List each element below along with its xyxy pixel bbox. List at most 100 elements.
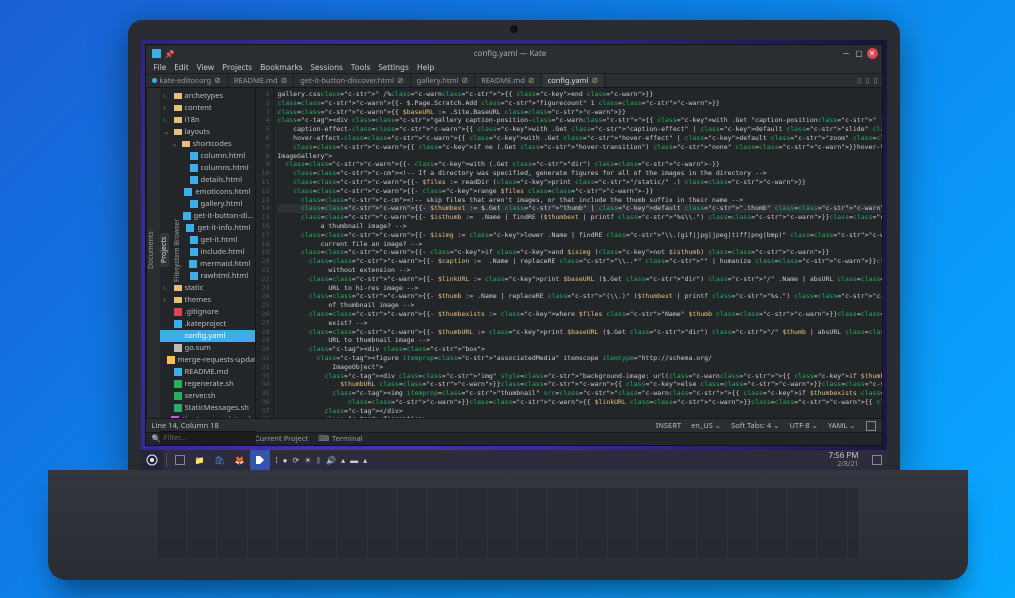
statusbar: Line 14, Column 18 INSERT en_US ⌄ Soft T…	[146, 418, 882, 432]
titlebar[interactable]: 📌 config.yaml — Kate ─ ▢ ✕	[146, 45, 882, 61]
tree-item[interactable]: .kateproject	[160, 318, 255, 330]
systray[interactable]: ⁞ ● ⟳ ☀ ᛒ 🔊 ▴ ▬ ▴	[270, 455, 374, 466]
tree-item-label: README.md	[185, 367, 229, 377]
app-kate[interactable]	[250, 450, 270, 470]
code-left[interactable]: gallery.cssclass="c-str">" /%class="c-wa…	[274, 88, 882, 418]
clock[interactable]: 7:56 PM 2/8/21	[820, 451, 866, 469]
file-icon	[174, 392, 182, 400]
tab-5[interactable]: config.yaml⊘	[542, 74, 606, 87]
close-button[interactable]: ✕	[867, 48, 878, 59]
tab-width[interactable]: Soft Tabs: 4 ⌄	[731, 421, 779, 431]
bluetooth-icon[interactable]: ᛒ	[316, 455, 321, 466]
file-icon	[190, 272, 198, 280]
tree-item[interactable]: ⌄shortcodes	[160, 138, 255, 150]
tree-item[interactable]: gallery.html	[160, 198, 255, 210]
tree-item[interactable]: column.html	[160, 150, 255, 162]
maximize-button[interactable]: ▢	[854, 48, 865, 59]
filter-input[interactable]: Filter…	[160, 431, 256, 445]
side-tab-documents[interactable]: Documents	[147, 227, 156, 273]
app-pager[interactable]	[170, 450, 190, 470]
tab-4[interactable]: README.md⊘	[475, 74, 541, 87]
tab-1[interactable]: README.md⊘	[228, 74, 294, 87]
start-button[interactable]	[141, 450, 163, 470]
battery-icon[interactable]: ▬	[350, 455, 358, 466]
encoding[interactable]: UTF-8 ⌄	[789, 421, 817, 431]
tab-label: gallery.html	[417, 76, 459, 86]
tab-close-icon[interactable]: ⊘	[281, 75, 288, 86]
menu-sessions[interactable]: Sessions	[311, 62, 343, 73]
taskbar: 📁 🛍 🦊 ⁞ ● ⟳ ☀ ᛒ 🔊 ▴ ▬ ▴	[141, 450, 887, 470]
split-h-icon[interactable]: ▯	[857, 76, 861, 86]
updates-icon[interactable]: ⟳	[293, 455, 300, 466]
side-tab-projects[interactable]: Projects	[160, 233, 169, 267]
app-files[interactable]: 📁	[190, 450, 210, 470]
tab-close-icon[interactable]: ⊘	[214, 75, 221, 86]
tree-item[interactable]: StaticMessages.sh	[160, 402, 255, 414]
tree-item[interactable]: columns.html	[160, 162, 255, 174]
brightness-icon[interactable]: ☀	[304, 455, 311, 466]
chevron-icon[interactable]: ⌄	[164, 128, 171, 137]
menu-settings[interactable]: Settings	[378, 62, 408, 73]
menu-view[interactable]: View	[197, 62, 215, 73]
spell-lang[interactable]: en_US ⌄	[691, 421, 721, 431]
menu-help[interactable]: Help	[417, 62, 434, 73]
tab-0[interactable]: kate-editor.org⊘	[146, 74, 228, 87]
show-desktop[interactable]	[867, 450, 887, 470]
laptop-frame: 📌 config.yaml — Kate ─ ▢ ✕ File Edit View P…	[48, 0, 968, 598]
network-icon[interactable]: ▴	[341, 455, 345, 466]
tree-item[interactable]: merge-requests-updat…	[160, 354, 255, 366]
tree-item[interactable]: README.md	[160, 366, 255, 378]
tab-close-icon[interactable]: ⊘	[397, 75, 404, 86]
tab-close-icon[interactable]: ⊘	[592, 75, 599, 86]
menu-projects[interactable]: Projects	[222, 62, 252, 73]
menu-file[interactable]: File	[154, 62, 167, 73]
tab-close-icon[interactable]: ⊘	[461, 75, 468, 86]
chevron-icon[interactable]: ›	[164, 92, 171, 101]
tree-item[interactable]: server.sh	[160, 390, 255, 402]
insert-mode[interactable]: INSERT	[656, 421, 681, 431]
app-firefox[interactable]: 🦊	[230, 450, 250, 470]
tree-item-label: .gitignore	[185, 307, 219, 317]
minimize-button[interactable]: ─	[841, 48, 852, 59]
separator-icon: ⁞	[276, 455, 278, 466]
close-view-icon[interactable]: ▯	[873, 76, 877, 86]
chevron-icon[interactable]: ›	[164, 104, 171, 113]
menu-icon[interactable]	[866, 421, 876, 431]
tree-item[interactable]: .gitignore	[160, 306, 255, 318]
volume-icon[interactable]: 🔊	[326, 455, 336, 466]
menu-edit[interactable]: Edit	[174, 62, 188, 73]
side-tab-filesystem-browser[interactable]: Filesystem Browser	[173, 214, 182, 285]
chevron-icon[interactable]: ›	[164, 284, 171, 293]
chevron-icon[interactable]: ›	[164, 296, 171, 305]
tab-3[interactable]: gallery.html⊘	[411, 74, 476, 87]
menu-tools[interactable]: Tools	[351, 62, 370, 73]
tab-close-icon[interactable]: ⊘	[528, 75, 535, 86]
gutter-left: 1234567891011121314151617181920212223242…	[256, 88, 274, 418]
tree-item[interactable]: ›content	[160, 102, 255, 114]
tree-item[interactable]: config.yaml	[160, 330, 255, 342]
file-icon	[174, 344, 182, 352]
tree-item[interactable]: ›themes	[160, 294, 255, 306]
chevron-icon[interactable]: ⌄	[172, 140, 179, 149]
tree-item[interactable]: ›i18n	[160, 114, 255, 126]
tree-item[interactable]: details.html	[160, 174, 255, 186]
tree-item[interactable]: ›archetypes	[160, 90, 255, 102]
tool-label: Current Project	[255, 434, 308, 444]
file-icon	[190, 200, 198, 208]
tree-item[interactable]: regenerate.sh	[160, 378, 255, 390]
tree-item[interactable]: emoticons.html	[160, 186, 255, 198]
tool-terminal[interactable]: ⌨Terminal	[318, 434, 363, 444]
pin-icon[interactable]: 📌	[165, 49, 174, 58]
file-mode[interactable]: YAML ⌄	[828, 421, 856, 431]
tree-item[interactable]: ⌄layouts	[160, 126, 255, 138]
clipboard-icon[interactable]: ●	[283, 455, 288, 466]
menubar: File Edit View Projects Bookmarks Sessions Too…	[146, 61, 882, 74]
split-v-icon[interactable]: ▯	[865, 76, 869, 86]
tree-item-label: config.yaml	[185, 331, 226, 341]
menu-bookmarks[interactable]: Bookmarks	[260, 62, 303, 73]
chevron-up-icon[interactable]: ▴	[363, 455, 367, 466]
chevron-icon[interactable]: ›	[164, 116, 171, 125]
tab-2[interactable]: get-it-button-discover.html⊘	[294, 74, 410, 87]
tree-item[interactable]: go.sum	[160, 342, 255, 354]
app-discover[interactable]: 🛍	[210, 450, 230, 470]
